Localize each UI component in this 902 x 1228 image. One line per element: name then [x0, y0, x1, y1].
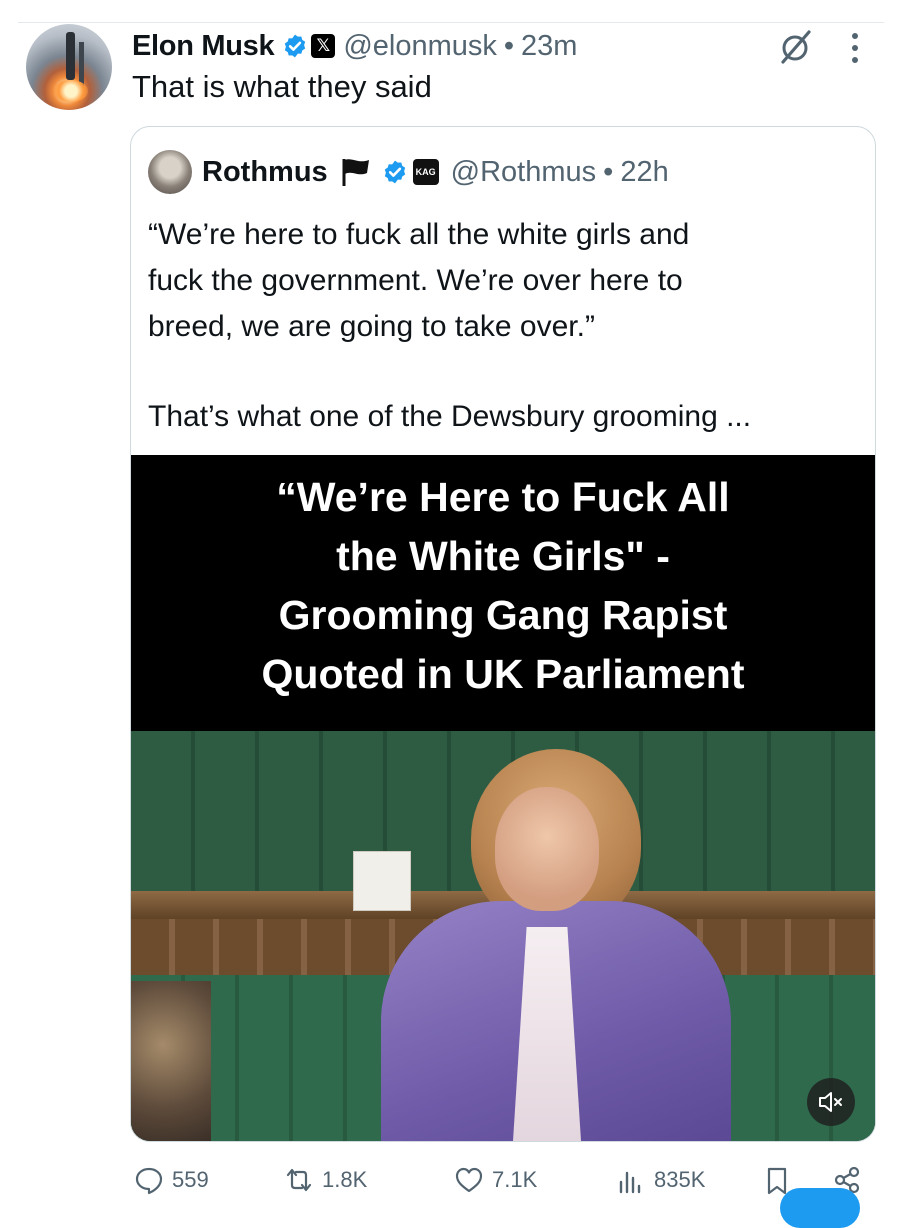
avatar-flame: [54, 80, 88, 102]
x-affiliate-badge-icon[interactable]: 𝕏: [311, 34, 336, 58]
author-avatar[interactable]: [26, 24, 112, 110]
banner-line: “We’re Here to Fuck All: [276, 474, 730, 520]
heart-icon: [455, 1167, 483, 1193]
post-header: Elon Musk 𝕏 @elonmusk • 23m: [132, 26, 577, 66]
more-options-icon[interactable]: [848, 30, 862, 66]
repost-icon: [286, 1168, 312, 1192]
top-divider: [18, 22, 884, 23]
quoted-text-line: “We’re here to fuck all the white girls …: [148, 218, 690, 251]
kag-affiliate-badge-icon[interactable]: KAG: [412, 159, 439, 185]
author-name[interactable]: Elon Musk: [132, 30, 275, 63]
quoted-header-separator: •: [603, 155, 614, 188]
verified-badge-icon[interactable]: [382, 159, 408, 185]
verified-badge-icon[interactable]: [282, 33, 308, 59]
banner-line: the White Girls" -: [336, 533, 670, 579]
views-chart-icon: [619, 1171, 641, 1194]
quoted-author-name[interactable]: Rothmus: [202, 156, 328, 189]
reply-count: 559: [172, 1167, 209, 1192]
seated-person: [131, 981, 211, 1141]
quoted-video[interactable]: “We’re Here to Fuck All the White Girls"…: [131, 455, 875, 1141]
banner-line: Grooming Gang Rapist: [278, 592, 728, 638]
grok-icon[interactable]: [775, 26, 815, 66]
post-action-bar: 559 1.8K 7.1K 835K: [0, 1160, 902, 1200]
author-handle[interactable]: @elonmusk: [343, 30, 497, 63]
video-frame: [131, 731, 875, 1141]
speaker-face: [495, 787, 599, 911]
banner-line: Quoted in UK Parliament: [261, 651, 745, 697]
compose-fab[interactable]: [780, 1188, 860, 1228]
header-separator: •: [503, 29, 515, 62]
video-caption-banner: “We’re Here to Fuck All the White Girls"…: [131, 455, 875, 731]
views-count: 835K: [654, 1167, 706, 1192]
quoted-post[interactable]: Rothmus KAG @Rothmus • 22h “We’re here t…: [130, 126, 876, 1142]
mute-toggle-button[interactable]: [807, 1078, 855, 1126]
repost-count: 1.8K: [322, 1167, 368, 1192]
avatar-rocket: [66, 32, 75, 80]
despatch-box: [353, 851, 411, 911]
quoted-text-line: fuck the government. We’re over here to: [148, 264, 683, 297]
like-button[interactable]: 7.1K: [454, 1160, 537, 1200]
repost-button[interactable]: 1.8K: [284, 1160, 367, 1200]
reply-icon: [135, 1167, 163, 1195]
post-timestamp[interactable]: 23m: [521, 30, 577, 63]
quoted-text-truncated: That’s what one of the Dewsbury grooming…: [148, 400, 752, 433]
quoted-author-avatar[interactable]: [148, 150, 192, 194]
post-text: That is what they said: [132, 69, 432, 104]
muted-speaker-icon: [819, 1092, 842, 1112]
quoted-text-line: breed, we are going to take over.”: [148, 310, 595, 343]
views-button[interactable]: 835K: [616, 1160, 705, 1200]
black-flag-icon: [342, 159, 369, 186]
bookmark-icon: [767, 1167, 787, 1195]
like-count: 7.1K: [492, 1167, 538, 1192]
avatar-tower: [79, 42, 84, 86]
reply-button[interactable]: 559: [134, 1160, 209, 1200]
quoted-post-text: “We’re here to fuck all the white girls …: [148, 212, 860, 440]
quoted-post-header: Rothmus KAG @Rothmus • 22h: [148, 150, 669, 194]
quoted-author-handle[interactable]: @Rothmus: [451, 156, 596, 189]
quoted-post-timestamp[interactable]: 22h: [620, 156, 668, 189]
